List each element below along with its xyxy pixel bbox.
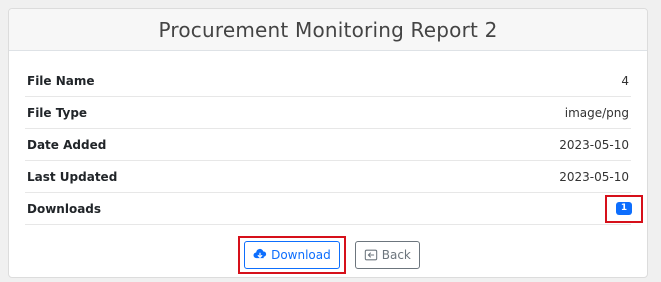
detail-row-downloads: Downloads 1	[25, 193, 643, 225]
back-button-label: Back	[381, 248, 411, 262]
file-type-label: File Type	[27, 105, 88, 120]
detail-row-file-name: File Name 4	[25, 65, 631, 97]
cloud-download-icon	[253, 248, 267, 262]
detail-row-file-type: File Type image/png	[25, 97, 631, 129]
download-button-label: Download	[271, 248, 331, 262]
back-arrow-icon	[364, 248, 378, 262]
file-name-label: File Name	[27, 73, 95, 88]
file-details-card: Procurement Monitoring Report 2 File Nam…	[8, 8, 648, 278]
card-header: Procurement Monitoring Report 2	[9, 9, 647, 51]
back-button[interactable]: Back	[354, 241, 420, 269]
date-added-label: Date Added	[27, 137, 107, 152]
page-title: Procurement Monitoring Report 2	[158, 17, 498, 42]
last-updated-value: 2023-05-10	[559, 169, 629, 184]
download-button[interactable]: Download	[244, 241, 340, 269]
file-name-value: 4	[621, 73, 629, 88]
downloads-label: Downloads	[27, 201, 102, 216]
downloads-highlight: 1	[605, 194, 643, 223]
detail-row-last-updated: Last Updated 2023-05-10	[25, 161, 631, 193]
date-added-value: 2023-05-10	[559, 137, 629, 152]
downloads-count-badge: 1	[615, 202, 633, 215]
download-highlight: Download	[238, 236, 346, 274]
action-bar: Download Back	[9, 236, 649, 274]
last-updated-label: Last Updated	[27, 169, 118, 184]
detail-row-date-added: Date Added 2023-05-10	[25, 129, 631, 161]
file-type-value: image/png	[564, 105, 629, 120]
file-details-table: File Name 4 File Type image/png Date Add…	[25, 65, 643, 225]
